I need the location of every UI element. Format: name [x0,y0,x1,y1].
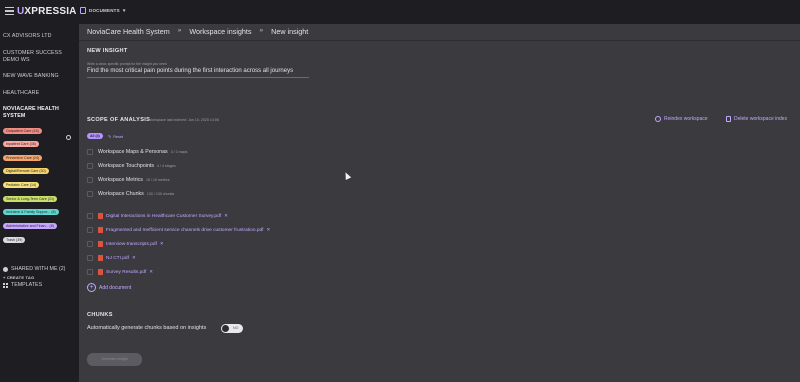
scope-item-touchpoints: Workspace Touchpoints 4 / 4 stages [98,163,176,169]
tag-senior-long-term-care[interactable]: Senior & Long-Term Care (21) [3,196,58,202]
sidebar-item-customer-success[interactable]: CUSTOMER SUCCESS DEMO WS [3,50,65,64]
prompt-input-underline [87,77,309,78]
checkbox-document[interactable] [87,241,93,247]
auto-chunks-toggle[interactable]: NO [221,324,243,333]
documents-switcher-label: DOCUMENTS [89,8,120,13]
reset-link[interactable]: ✎ Reset [108,134,123,139]
prompt-field-label: Write a clear, specific prompt for the i… [87,62,167,66]
gear-icon[interactable] [66,135,71,140]
remove-icon[interactable]: ✕ [132,255,136,261]
tag-outpatient-care[interactable]: Outpatient Care (16) [3,128,42,134]
pdf-icon [98,213,103,219]
breadcrumb: NoviaCare Health System » Workspace insi… [87,27,308,36]
checkbox-document[interactable] [87,213,93,219]
app-logo[interactable]: UXPRESSIA [17,6,77,17]
trash-icon [726,116,731,122]
tag-inpatient-care[interactable]: Inpatient Care (35) [3,141,39,147]
checkbox-document[interactable] [87,269,93,275]
last-indexed-text: Workspace last indexed: Jun 10, 2025 14:… [148,118,219,122]
all-filter-pill[interactable]: All (4) [87,133,103,139]
templates-label: TEMPLATES [11,282,43,288]
tag-pediatric-care[interactable]: Pediatric Care (14) [3,182,40,188]
remove-icon[interactable]: ✕ [267,227,271,233]
mouse-cursor-icon [342,171,352,180]
header-divider [79,40,800,41]
checkbox-document[interactable] [87,227,93,233]
add-document-label: Add document [99,284,132,291]
breadcrumb-new-insight: New insight [271,27,309,36]
delete-workspace-index-button[interactable]: Delete workspace index [726,116,787,122]
scope-item-chunks: Workspace Chunks 130 / 130 chunks [98,191,175,197]
toggle-knob [222,325,229,332]
new-insight-title: NEW INSIGHT [87,48,128,54]
remove-icon[interactable]: ✕ [149,269,153,275]
menu-icon[interactable] [5,7,14,16]
refresh-icon [655,116,661,122]
scope-title: SCOPE OF ANALYSIS [87,117,151,123]
chevron-right-icon: » [177,27,182,34]
auto-chunks-label: Automatically generate chunks based on i… [87,325,207,331]
shared-with-me-label: SHARED WITH ME (2) [11,266,66,272]
tag-administrative-financial[interactable]: Administrative and Finan... (8) [3,223,57,229]
pencil-icon: ✎ [108,135,112,139]
chunks-title: CHUNKS [87,312,113,318]
pdf-icon [98,241,103,247]
sidebar-item-noviacare[interactable]: NOVIACARE HEALTH SYSTEM [3,106,65,120]
top-bar: UXPRESSIA DOCUMENTS ▾ [0,0,800,24]
tag-preventive-care[interactable]: Preventive Care (24) [3,155,43,161]
sidebar: CX ADVISORS LTD CUSTOMER SUCCESS DEMO WS… [0,24,79,382]
grid-icon [3,282,8,288]
chevron-right-icon: » [259,27,264,34]
person-icon [3,266,8,272]
generate-insight-button[interactable]: Generate insight [87,353,142,366]
checkbox-maps-personas[interactable] [87,149,93,155]
remove-icon[interactable]: ✕ [160,241,164,247]
prompt-input[interactable]: Find the most critical pain points durin… [87,68,293,74]
sidebar-item-healthcare[interactable]: HEALTHCARE [3,90,39,97]
shared-with-me-item[interactable]: SHARED WITH ME (2) [3,266,65,272]
document-icon [80,7,86,14]
document-item[interactable]: NJ CTI.pdf ✕ [98,255,136,261]
document-item[interactable]: Interview-transcripts.pdf ✕ [98,241,164,247]
checkbox-touchpoints[interactable] [87,163,93,169]
pdf-icon [98,255,103,261]
tag-trash[interactable]: Trash (39) [3,237,26,243]
document-item[interactable]: Digital Interactions in Healthcare Custo… [98,213,228,219]
tag-inclusive-family-support[interactable]: Inclusive & Family Suppor... (8) [3,209,59,215]
reindex-workspace-label: Reindex workspace [664,116,708,122]
checkbox-chunks[interactable] [87,191,93,197]
delete-workspace-index-label: Delete workspace index [734,116,788,122]
scope-item-maps-personas: Workspace Maps & Personas 3 / 3 maps [98,149,188,155]
document-item[interactable]: Fragmented and Inefficient service chann… [98,227,270,233]
add-document-button[interactable]: + Add document [87,283,131,292]
breadcrumb-workspace-insights[interactable]: Workspace insights [189,27,251,36]
pdf-icon [98,227,103,233]
plus-icon: + [87,283,96,292]
checkbox-metrics[interactable] [87,177,93,183]
reindex-workspace-button[interactable]: Reindex workspace [655,116,708,122]
create-tag-button[interactable]: + CREATE TAG [3,275,34,280]
checkbox-document[interactable] [87,255,93,261]
tag-digital-remote-care[interactable]: Digital/Remote Care (30) [3,168,49,174]
document-item[interactable]: Survey Results.pdf ✕ [98,269,153,275]
templates-item[interactable]: TEMPLATES [3,282,42,288]
breadcrumb-workspace[interactable]: NoviaCare Health System [87,27,170,36]
sidebar-item-cx-advisors[interactable]: CX ADVISORS LTD [3,33,52,40]
toggle-state-label: NO [233,326,239,330]
pdf-icon [98,269,103,275]
remove-icon[interactable]: ✕ [224,213,228,219]
chevron-down-icon: ▾ [122,7,126,14]
sidebar-item-new-wave-banking[interactable]: NEW WAVE BANKING [3,73,59,80]
documents-switcher[interactable]: DOCUMENTS ▾ [80,7,126,14]
scope-item-metrics: Workspace Metrics 15 / 15 metrics [98,177,170,183]
